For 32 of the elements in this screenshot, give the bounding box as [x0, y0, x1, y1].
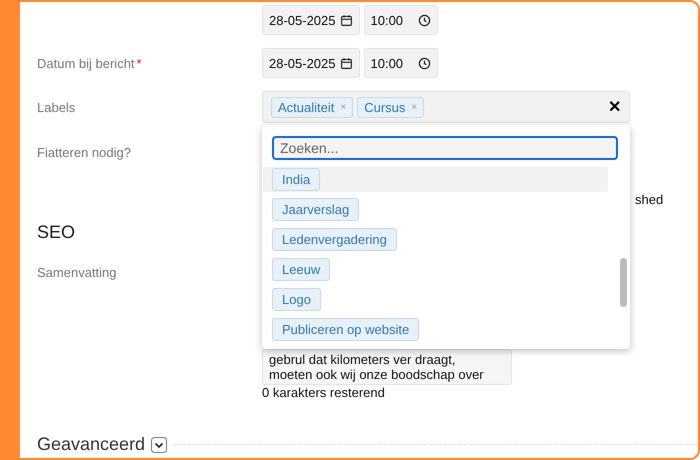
date-field[interactable]: 28-05-2025: [262, 5, 360, 35]
field-label: Labels: [37, 100, 76, 114]
dropdown-option[interactable]: Jaarverslag: [263, 197, 608, 222]
time-field[interactable]: 10:00: [364, 48, 438, 78]
dropdown-option[interactable]: Logo: [263, 287, 608, 312]
required-marker: *: [136, 56, 142, 70]
dropdown-option[interactable]: Publiceren op website: [263, 317, 608, 342]
remove-icon[interactable]: ×: [411, 102, 418, 112]
calendar-icon: [340, 56, 352, 70]
label-tag: Cursus ×: [357, 96, 424, 118]
search-field[interactable]: Zoeken...: [272, 136, 618, 160]
time-field[interactable]: 10:00: [364, 5, 438, 35]
calendar-icon: [340, 14, 352, 26]
clear-button[interactable]: ✕: [608, 97, 621, 117]
summary-field[interactable]: gebrul dat kilometers ver draagt, moeten ook wij onze boodschap over: [262, 349, 512, 385]
dropdown-option[interactable]: Ledenvergadering: [263, 227, 608, 252]
option-text: shed: [635, 192, 664, 207]
clock-icon: [418, 14, 430, 26]
remove-icon[interactable]: ×: [340, 102, 346, 112]
field-label: Datum bij bericht: [37, 56, 135, 70]
section-heading: SEO: [37, 222, 76, 242]
character-count: 0 karakters resterend: [262, 385, 386, 400]
clock-icon: [418, 56, 430, 70]
dropdown-option[interactable]: India: [263, 167, 608, 192]
field-label: Samenvatting: [37, 265, 118, 280]
chevron-icon[interactable]: [151, 436, 168, 452]
date-field[interactable]: 28-05-2025: [262, 48, 360, 78]
scrollbar-thumb[interactable]: [620, 258, 627, 307]
section-heading: Geavanceerd: [37, 434, 146, 455]
label-tag: Actualiteit ×: [271, 96, 354, 118]
field-label: Fiatteren nodig?: [37, 144, 132, 160]
dropdown-option[interactable]: Leeuw: [263, 257, 608, 282]
